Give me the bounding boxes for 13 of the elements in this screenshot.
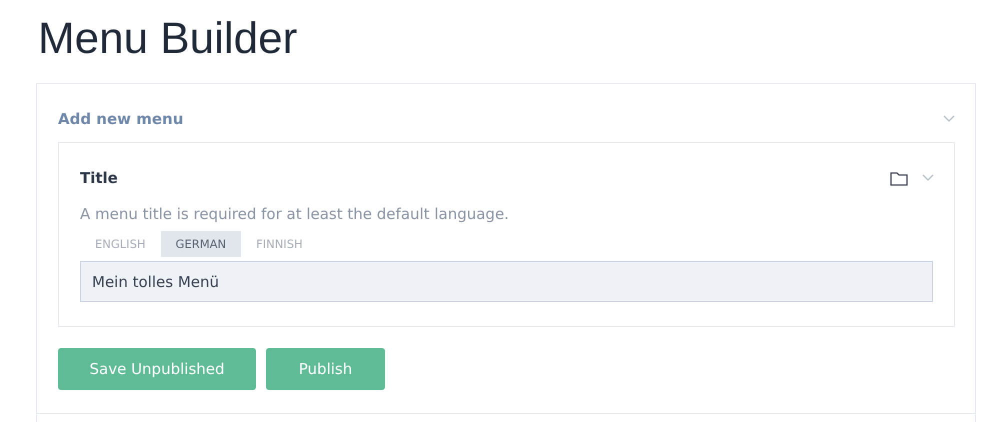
- chevron-icon[interactable]: [943, 115, 955, 123]
- section-title: Add new menu: [58, 110, 184, 128]
- language-tab[interactable]: ENGLISH: [80, 231, 161, 257]
- language-tab[interactable]: GERMAN: [160, 231, 242, 257]
- folder-icon[interactable]: [890, 170, 908, 186]
- page-title: Menu Builder: [37, 13, 298, 65]
- field-label: Title: [80, 169, 119, 187]
- hint-text: A menu title is required for at least the default language.: [80, 205, 510, 223]
- action-button[interactable]: Publish: [266, 348, 385, 390]
- title-input[interactable]: Mein tolles Menü: [80, 261, 933, 302]
- action-button[interactable]: Save Unpublished: [58, 348, 256, 390]
- chevron-icon[interactable]: [922, 174, 934, 182]
- language-tab[interactable]: FINNISH: [241, 231, 318, 257]
